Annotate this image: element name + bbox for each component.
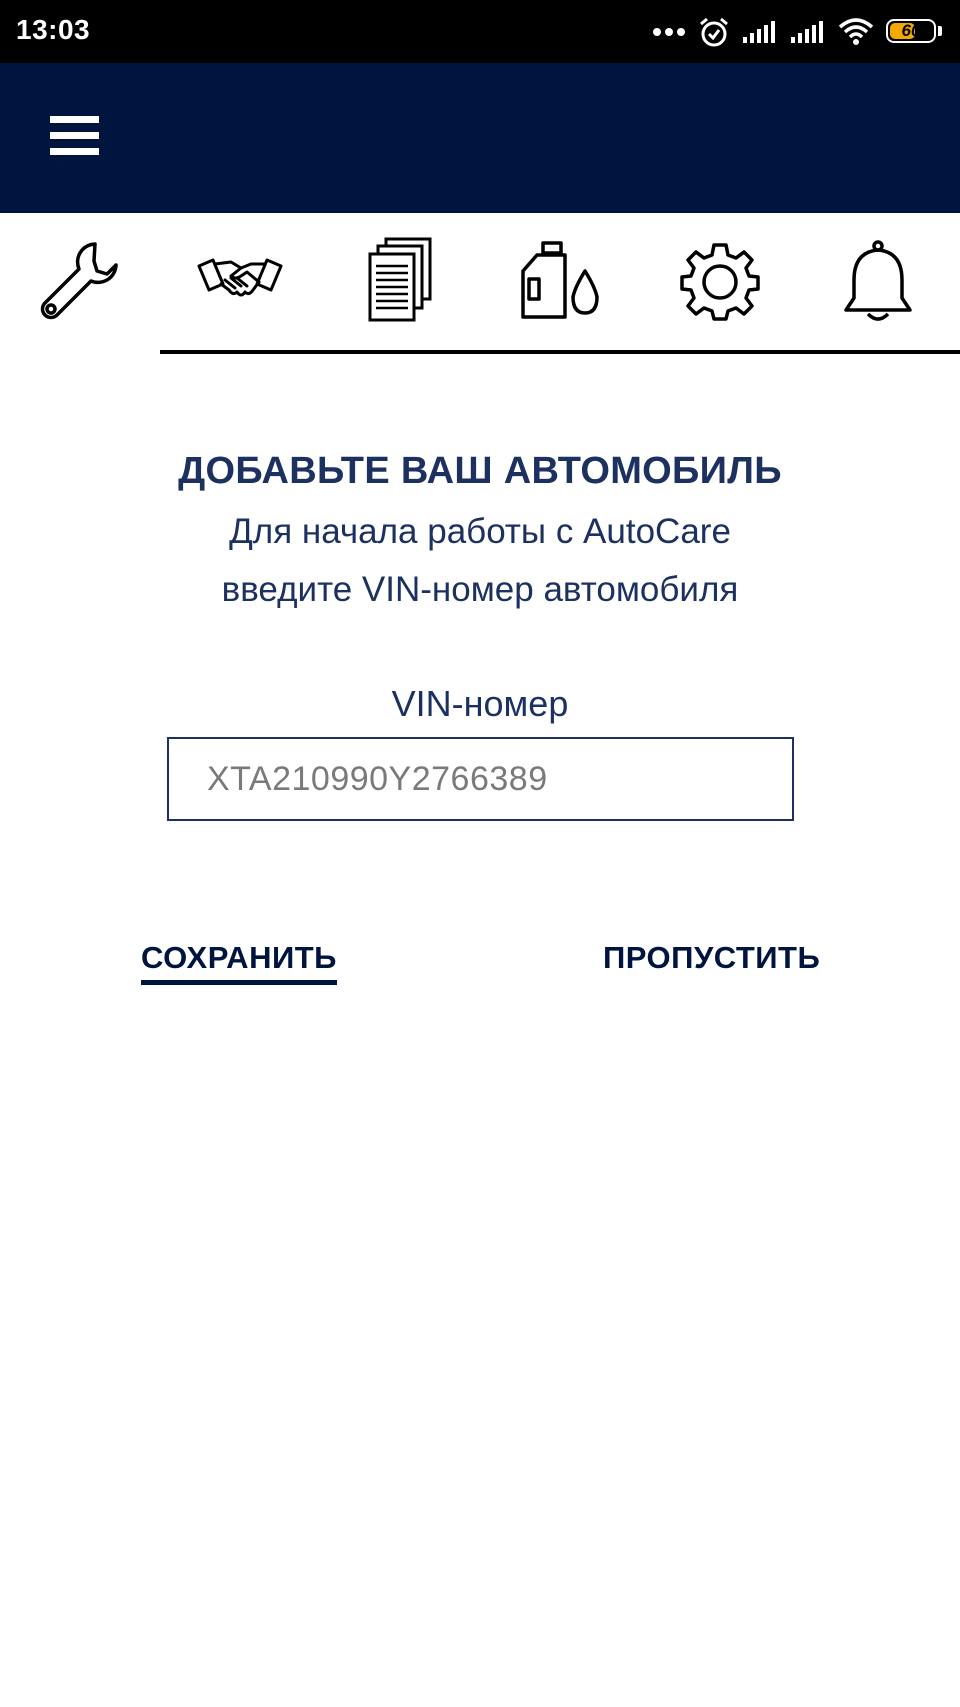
tab-oil[interactable]: [505, 233, 615, 333]
status-bar: 13:03 60: [0, 0, 960, 63]
vin-input[interactable]: [167, 737, 794, 821]
gear-icon: [678, 239, 762, 328]
status-time: 13:03: [16, 14, 91, 45]
wrench-icon: [35, 236, 125, 331]
app-bar: [0, 63, 960, 213]
signal-icon: [742, 19, 778, 45]
signal-icon: [790, 19, 826, 45]
tab-wrench[interactable]: [25, 233, 135, 333]
alarm-icon: [698, 16, 730, 48]
handshake-icon: [195, 246, 285, 321]
battery-icon: 60: [886, 19, 942, 45]
status-icons: 60: [652, 12, 942, 52]
tab-documents[interactable]: [345, 233, 455, 333]
tab-bar: [0, 213, 960, 355]
bell-icon: [840, 238, 916, 329]
more-dots-icon: [652, 27, 686, 37]
battery-level: 60: [901, 21, 921, 40]
hamburger-menu-icon[interactable]: [38, 103, 112, 167]
page-title: ДОБАВЬТЕ ВАШ АВТОМОБИЛЬ: [178, 450, 782, 492]
wifi-icon: [838, 17, 874, 47]
subtitle-line-2: введите VIN-номер автомобиля: [221, 570, 739, 609]
save-button[interactable]: СОХРАНИТЬ: [141, 940, 337, 985]
vin-label: VIN-номер: [391, 683, 569, 724]
subtitle-line-1: Для начала работы с AutoCare: [229, 512, 731, 551]
tab-handshake[interactable]: [185, 233, 295, 333]
tab-settings[interactable]: [665, 233, 775, 333]
tab-notifications[interactable]: [823, 233, 933, 333]
tab-underline: [160, 350, 960, 354]
skip-button[interactable]: ПРОПУСТИТЬ: [603, 940, 820, 980]
documents-icon: [362, 236, 438, 331]
oil-icon: [515, 239, 605, 328]
